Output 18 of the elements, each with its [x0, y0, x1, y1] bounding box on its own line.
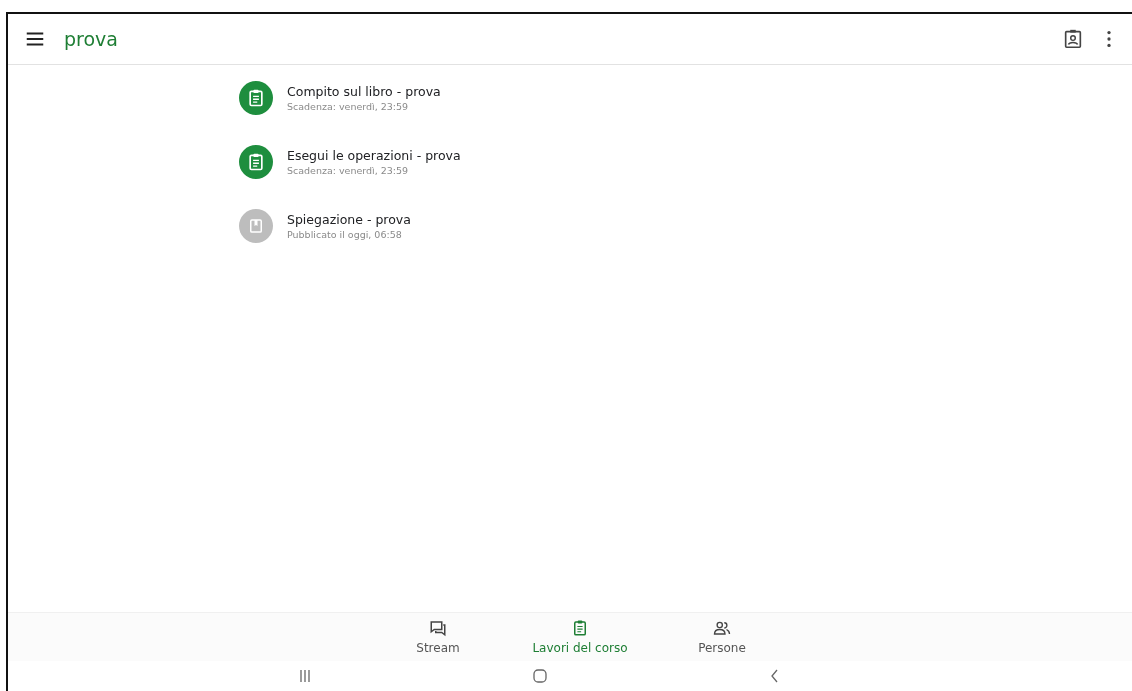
item-title[interactable]: Compito sul libro - prova — [287, 84, 441, 99]
people-icon — [713, 619, 731, 637]
item-title[interactable]: Spiegazione - prova — [287, 212, 411, 227]
assignment-icon — [239, 81, 273, 115]
item-title[interactable]: Esegui le operazioni - prova — [287, 148, 461, 163]
home-icon[interactable] — [532, 668, 548, 684]
item-subtitle: Scadenza: venerdì, 23:59 — [287, 165, 410, 176]
material-icon — [239, 209, 273, 243]
item-subtitle: Pubblicato il oggi, 06:58 — [287, 229, 403, 240]
clipboard-icon — [571, 619, 589, 637]
item-subtitle: Scadenza: venerdì, 23:59 — [287, 101, 410, 112]
nav-tab[interactable]: Stream — [367, 613, 509, 661]
assignment-icon — [239, 145, 273, 179]
nav-tab[interactable]: Persone — [651, 613, 793, 661]
course-title: prova — [64, 28, 119, 50]
chat-icon — [429, 619, 447, 637]
badge-icon[interactable] — [1062, 28, 1084, 50]
nav-tab[interactable]: Lavori del corso — [509, 613, 651, 661]
